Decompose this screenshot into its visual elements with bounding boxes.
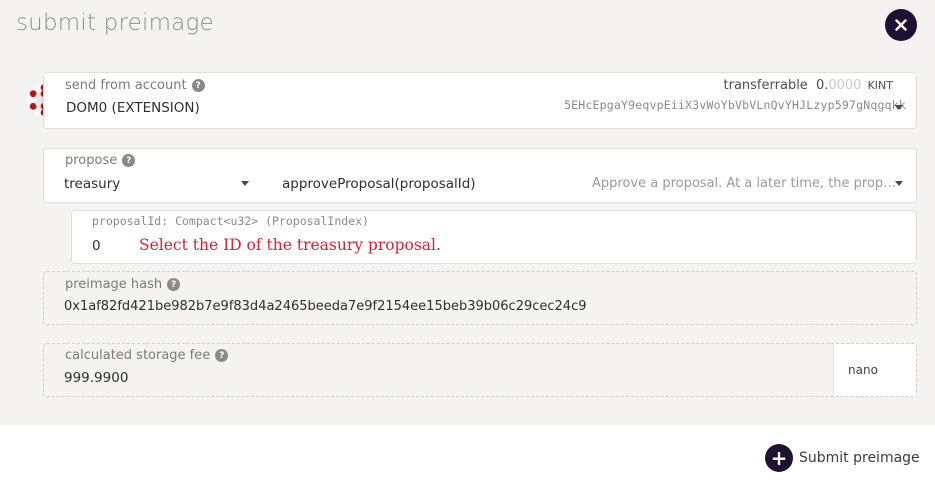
section-select[interactable]: treasury [64,176,120,192]
method-description: Approve a proposal. At a later time, the… [592,176,897,191]
modal-body: submit preimage send from account ? DOM0… [0,0,935,425]
method-select[interactable]: approveProposal(proposalId) [282,176,476,192]
account-name: DOM0 (EXTENSION) [66,100,200,116]
storage-fee-value: 999.9900 [64,370,129,386]
propose-label: propose ? [65,153,136,168]
close-button[interactable] [885,9,917,41]
help-icon[interactable]: ? [191,79,205,92]
proposal-id-label: proposalId: Compact<u32> (ProposalIndex) [92,214,369,228]
close-icon [895,19,907,31]
submit-preimage-label: Submit preimage [799,450,920,466]
help-icon[interactable]: ? [215,349,229,362]
modal-title: submit preimage [16,10,214,36]
help-icon[interactable]: ? [167,278,181,291]
chevron-down-icon[interactable] [241,181,249,186]
preimage-hash-value: 0x1af82fd421be982b7e9f83d4a2465beeda7e9f… [64,299,587,314]
storage-fee-label: calculated storage fee ? [65,348,229,363]
help-icon[interactable]: ? [122,154,136,167]
plus-icon: + [765,444,793,472]
proposal-id-hint: Select the ID of the treasury proposal. [139,236,441,254]
account-label: send from account ? [65,78,205,93]
chevron-down-icon[interactable] [895,105,903,110]
chevron-down-icon[interactable] [895,181,903,186]
proposal-id-input[interactable]: 0 [92,238,101,254]
preimage-hash-label: preimage hash ? [65,277,181,292]
submit-preimage-button[interactable]: + Submit preimage [765,444,920,472]
account-address: 5EHcEpgaY9eqvpEiiX3vWoYbVbVLnQvYHJLzyp59… [564,98,906,112]
fee-unit-select[interactable]: nano [833,344,916,396]
transferrable-balance: transferrable 0.0000 KINT [723,78,893,93]
